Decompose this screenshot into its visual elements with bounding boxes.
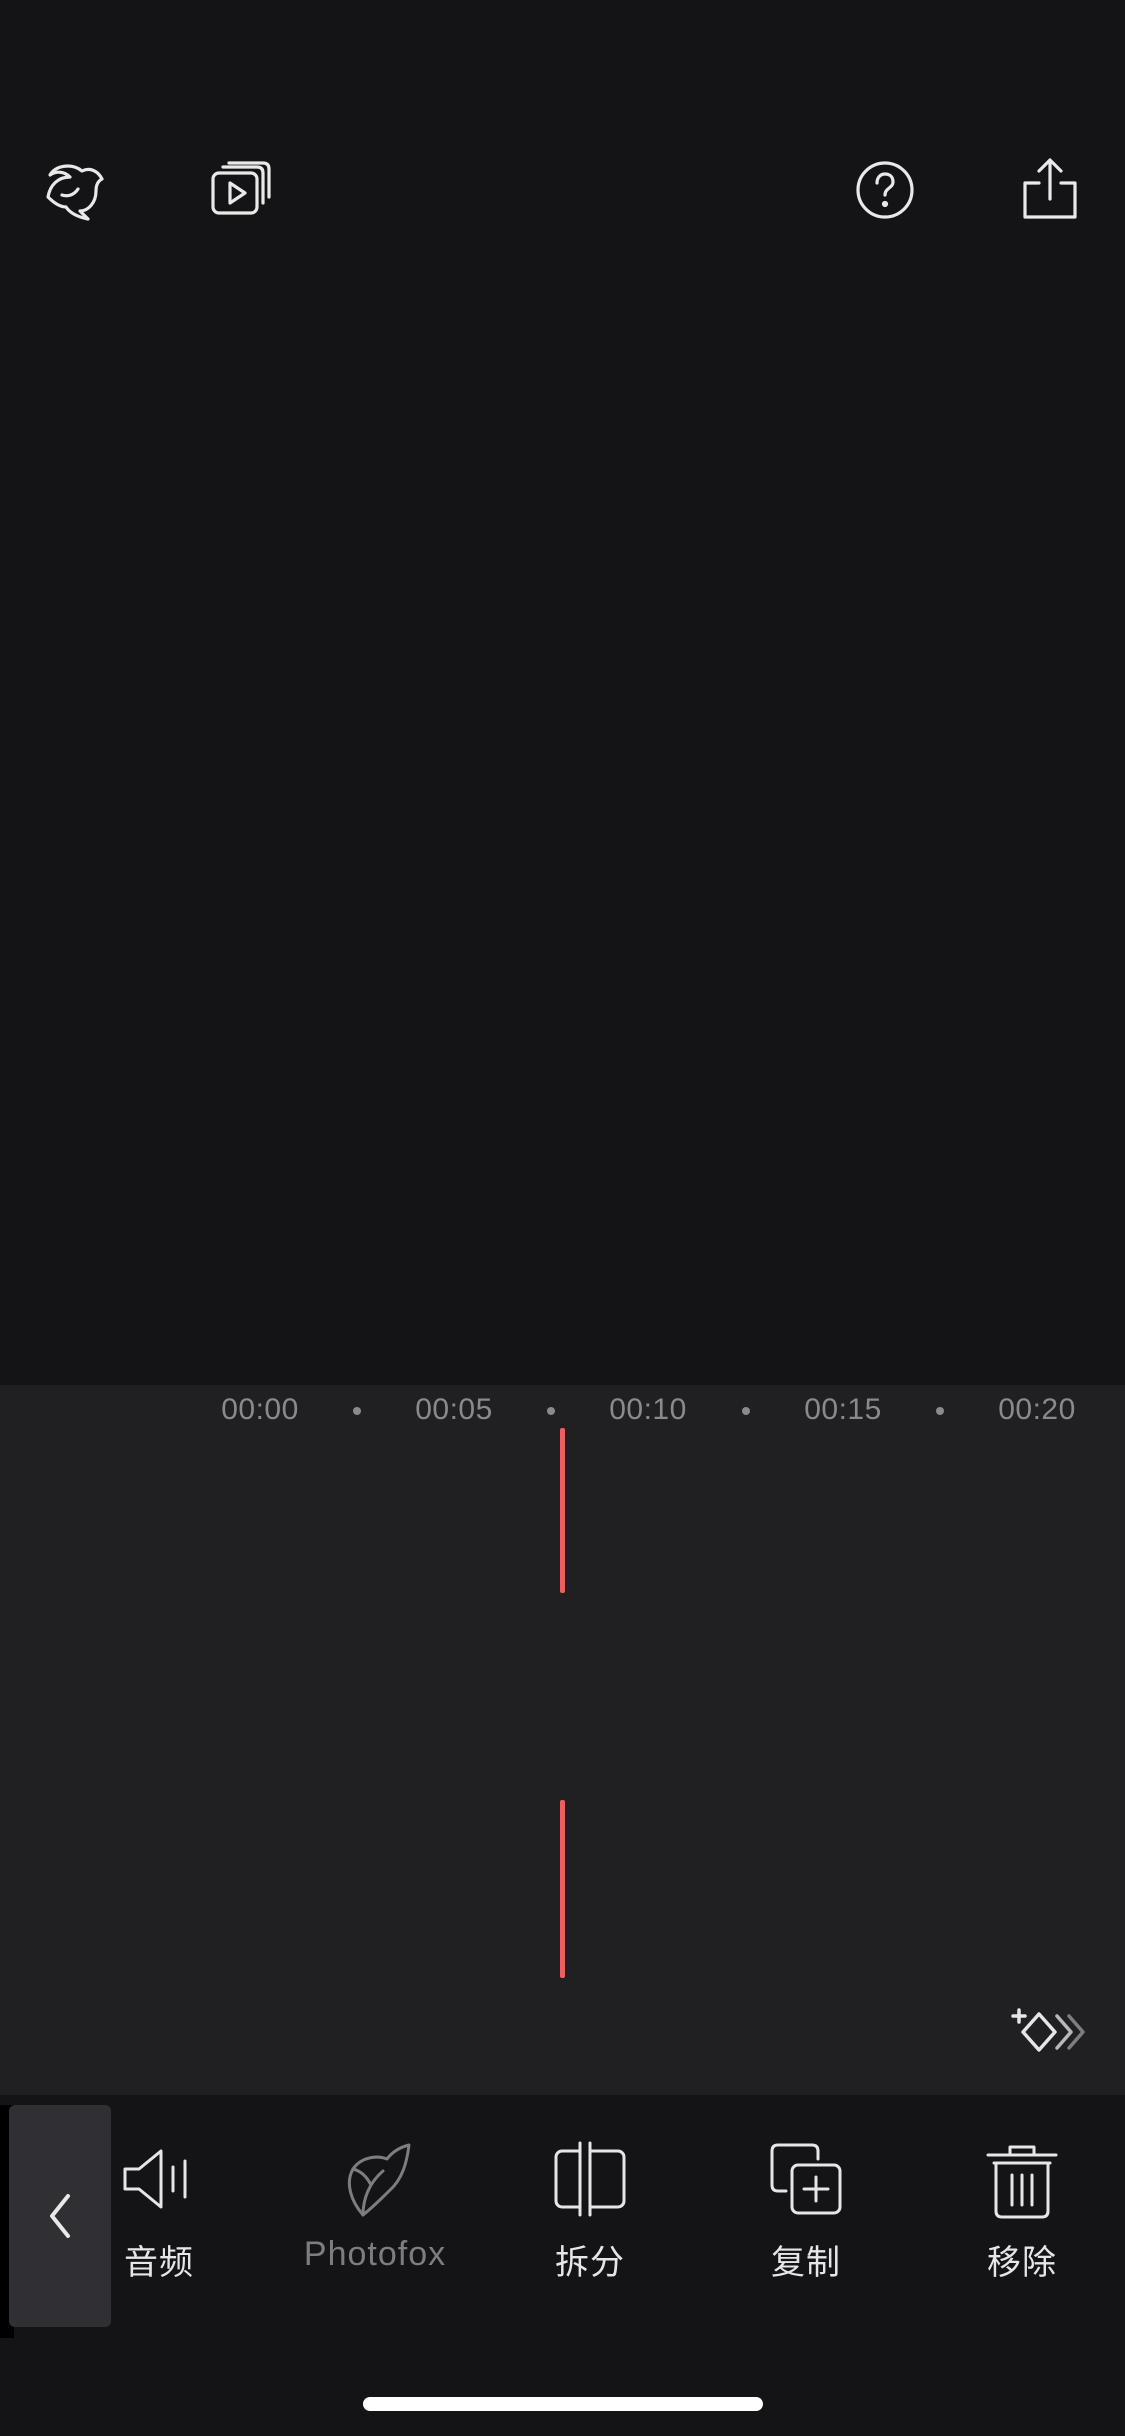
trash-icon bbox=[986, 2145, 1058, 2219]
share-icon bbox=[1023, 158, 1077, 219]
playhead-upper[interactable] bbox=[560, 1428, 565, 1593]
split-button[interactable]: 拆分 bbox=[505, 2137, 675, 2287]
ruler-dot bbox=[547, 1407, 555, 1415]
duplicate-icon bbox=[770, 2143, 842, 2215]
play-stack-icon bbox=[211, 161, 271, 215]
keyframe-add-icon bbox=[1011, 2008, 1085, 2052]
photofox-leaf-icon bbox=[347, 2143, 411, 2217]
ruler-label: 00:15 bbox=[804, 1393, 882, 1426]
top-toolbar bbox=[0, 140, 1125, 250]
help-button[interactable] bbox=[835, 140, 935, 240]
home-indicator[interactable] bbox=[363, 2397, 763, 2411]
photofox-logo-button[interactable] bbox=[25, 140, 125, 240]
photofox-label: Photofox bbox=[303, 2235, 447, 2273]
ruler-label: 00:20 bbox=[998, 1393, 1076, 1426]
audio-label: 音频 bbox=[124, 2244, 194, 2282]
duplicate-button[interactable]: 复制 bbox=[721, 2137, 891, 2287]
video-editor-screen: 00:00 00:05 00:10 00:15 00:20 音频 Photofo… bbox=[0, 0, 1125, 2436]
keyframe-button[interactable] bbox=[1005, 2000, 1085, 2070]
photofox-logo-icon bbox=[46, 164, 104, 221]
remove-button[interactable]: 移除 bbox=[937, 2137, 1107, 2287]
timeline[interactable]: 00:00 00:05 00:10 00:15 00:20 bbox=[0, 1385, 1125, 2095]
split-label: 拆分 bbox=[555, 2244, 625, 2282]
video-preview[interactable] bbox=[0, 260, 1125, 1385]
ruler-dot bbox=[742, 1407, 750, 1415]
playhead-lower[interactable] bbox=[560, 1800, 565, 1978]
audio-button[interactable]: 音频 bbox=[74, 2137, 244, 2287]
photofox-button[interactable]: Photofox bbox=[290, 2137, 460, 2287]
speaker-icon bbox=[123, 2149, 187, 2209]
split-icon bbox=[554, 2141, 626, 2217]
preview-play-button[interactable] bbox=[190, 140, 290, 240]
duplicate-label: 复制 bbox=[771, 2244, 841, 2282]
remove-label: 移除 bbox=[987, 2244, 1057, 2282]
ruler-label: 00:10 bbox=[609, 1393, 687, 1426]
share-button[interactable] bbox=[1000, 140, 1100, 240]
edit-toolbar: 音频 Photofox 拆分 复制 移除 bbox=[0, 2095, 1125, 2338]
ruler-dot bbox=[353, 1407, 361, 1415]
ruler-label: 00:00 bbox=[221, 1393, 299, 1426]
ruler-dot bbox=[936, 1407, 944, 1415]
ruler-label: 00:05 bbox=[415, 1393, 493, 1426]
help-icon bbox=[856, 161, 914, 219]
